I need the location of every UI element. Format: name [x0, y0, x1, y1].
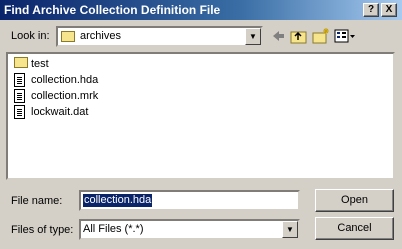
list-item-label: collection.hda [31, 74, 99, 86]
look-in-label: Look in: [11, 30, 50, 42]
open-button-label: Open [341, 194, 368, 206]
file-type-value: All Files (*.*) [83, 223, 144, 235]
list-item-label: collection.mrk [31, 90, 99, 102]
document-icon [14, 105, 25, 119]
file-name-value: collection.hda [83, 194, 153, 207]
list-item-label: lockwait.dat [31, 106, 89, 118]
up-folder-icon[interactable] [290, 28, 308, 44]
file-list[interactable]: test collection.hda collection.mrk lockw… [6, 52, 395, 180]
cancel-button-label: Cancel [337, 222, 372, 234]
title-bar[interactable]: Find Archive Collection Definition File [0, 0, 402, 20]
new-folder-icon[interactable] [312, 27, 330, 44]
look-in-value: archives [80, 30, 121, 42]
chevron-down-icon[interactable]: ▼ [245, 28, 261, 45]
document-icon [14, 89, 25, 103]
files-of-type-label: Files of type: [11, 224, 74, 236]
file-name-field[interactable]: collection.hda [79, 190, 300, 211]
list-item-label: test [31, 58, 49, 70]
help-icon: ? [367, 4, 375, 15]
close-button[interactable]: X [381, 3, 397, 17]
file-name-label: File name: [11, 195, 63, 207]
folder-icon [14, 57, 28, 68]
look-in-combo[interactable]: archives ▼ [56, 26, 263, 47]
file-type-select[interactable]: All Files (*.*) ▼ [79, 219, 300, 240]
back-arrow-icon[interactable] [270, 28, 286, 44]
view-menu-icon[interactable] [334, 28, 356, 44]
window-title: Find Archive Collection Definition File [4, 3, 221, 17]
close-icon: X [385, 4, 393, 15]
cancel-button[interactable]: Cancel [315, 217, 394, 240]
help-button[interactable]: ? [363, 3, 379, 17]
open-button[interactable]: Open [315, 189, 394, 212]
chevron-down-icon[interactable]: ▼ [282, 221, 298, 238]
folder-icon [61, 31, 75, 42]
document-icon [14, 73, 25, 87]
